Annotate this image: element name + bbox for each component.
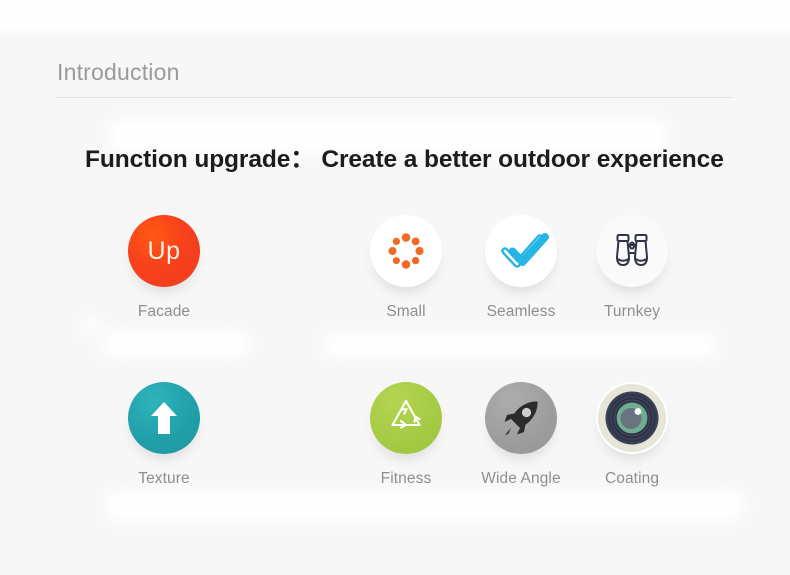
feature-item-facade[interactable]: Up Facade: [94, 206, 234, 321]
rocket-icon: [485, 382, 557, 454]
page-title: Introduction: [57, 59, 180, 85]
up-circle-icon-label: Up: [147, 236, 181, 265]
feature-grid: Up Facade Small Seamless Turnkey Texture…: [0, 206, 790, 540]
feature-label: Turnkey: [603, 303, 661, 320]
feature-label: Coating: [604, 470, 660, 487]
main-heading: Function upgrade： Create a better outdoo…: [85, 146, 724, 173]
dot-spinner-icon: [370, 215, 442, 287]
recycle-icon: [370, 382, 442, 454]
section-header: Introduction: [57, 55, 733, 98]
double-check-icon: [485, 215, 557, 287]
feature-row-2: Texture Fitness Wide Angle Coating: [0, 373, 790, 540]
icon-wrapper: [128, 382, 200, 454]
arrow-up-circle-icon: [128, 382, 200, 454]
up-circle-icon: Up: [128, 215, 200, 287]
binoculars-icon: [596, 215, 668, 287]
introduction-page: Introduction Function upgrade： Create a …: [0, 0, 790, 575]
feature-item-turnkey[interactable]: Turnkey: [562, 206, 702, 321]
feature-label: Texture: [138, 470, 190, 487]
feature-row-1: Up Facade Small Seamless Turnkey: [0, 206, 790, 373]
icon-wrapper: [485, 215, 557, 287]
background-wash-top: [0, 0, 790, 32]
icon-wrapper: [370, 215, 442, 287]
icon-wrapper: [596, 215, 668, 287]
icon-wrapper: [596, 382, 668, 454]
camera-lens-icon: [596, 382, 668, 454]
header-divider: [57, 97, 733, 98]
icon-wrapper: [485, 382, 557, 454]
feature-label: Facade: [137, 303, 191, 320]
feature-item-coating[interactable]: Coating: [562, 373, 702, 488]
feature-item-texture[interactable]: Texture: [94, 373, 234, 488]
icon-wrapper: Up: [128, 215, 200, 287]
icon-wrapper: [370, 382, 442, 454]
